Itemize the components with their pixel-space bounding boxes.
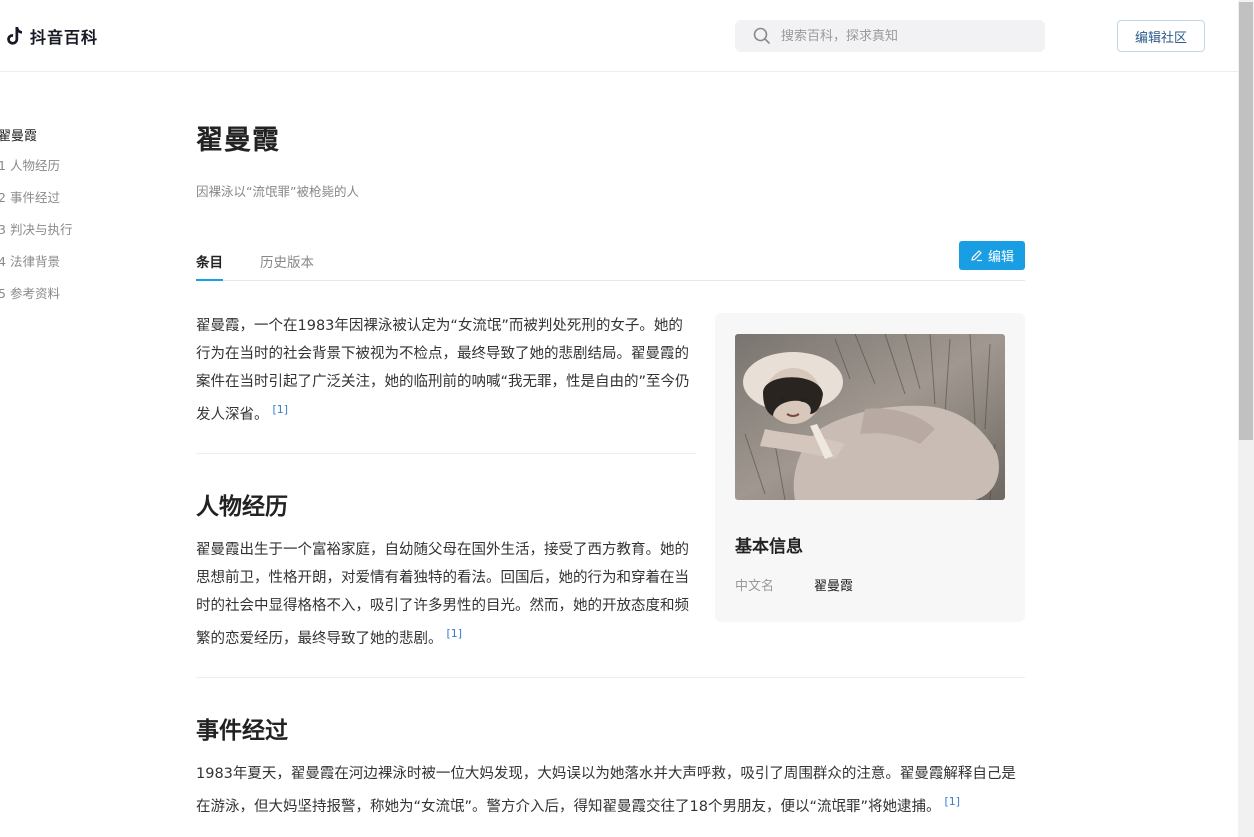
toc-item-label: 事件经过 <box>9 190 60 205</box>
toc-item-number: 2 <box>0 190 6 205</box>
tab-history[interactable]: 历史版本 <box>260 251 314 281</box>
table-of-contents: 翟曼霞 1 人物经历 2 事件经过 3 判决与执行 4 法律背景 5 参考资料 <box>0 124 120 310</box>
logo-text: 抖音百科 <box>30 28 99 47</box>
toc-item-label: 参考资料 <box>9 286 60 301</box>
site-logo[interactable]: 抖音百科 <box>4 24 98 48</box>
toc-item-legal-background[interactable]: 4 法律背景 <box>0 246 120 278</box>
section-divider <box>196 453 696 454</box>
search-box[interactable] <box>735 20 1045 52</box>
toc-item-number: 4 <box>0 254 6 269</box>
tab-entry[interactable]: 条目 <box>196 251 223 281</box>
section-heading-event: 事件经过 <box>196 717 288 744</box>
top-header: 抖音百科 编辑社区 <box>0 0 1238 72</box>
section-body-event: 1983年夏天，翟曼霞在河边裸泳时被一位大妈发现，大妈误以为她落水并大声呼救，吸… <box>196 760 1026 821</box>
intro-paragraph: 翟曼霞，一个在1983年因裸泳被认定为“女流氓”而被判处死刑的女子。她的行为在当… <box>196 312 696 429</box>
reference-link[interactable]: [1] <box>447 627 463 640</box>
toc-item-number: 5 <box>0 286 6 301</box>
section-divider <box>196 677 1025 678</box>
reference-link[interactable]: [1] <box>273 403 289 416</box>
toc-item-references[interactable]: 5 参考资料 <box>0 278 120 310</box>
toc-item-number: 1 <box>0 158 6 173</box>
article-tabs: 条目 历史版本 编辑 <box>196 241 1025 281</box>
scrollbar-thumb[interactable] <box>1239 2 1253 440</box>
section-text: 翟曼霞出生于一个富裕家庭，自幼随父母在国外生活，接受了西方教育。她的思想前卫，性… <box>196 542 689 647</box>
pencil-icon <box>971 250 982 262</box>
section-text: 1983年夏天，翟曼霞在河边裸泳时被一位大妈发现，大妈误以为她落水并大声呼救，吸… <box>196 766 1016 815</box>
infobox-label-chinese-name: 中文名 <box>735 579 775 594</box>
edit-button[interactable]: 编辑 <box>959 241 1025 270</box>
toc-item-label: 人物经历 <box>9 158 60 173</box>
search-input[interactable] <box>781 28 1021 44</box>
reference-link[interactable]: [1] <box>945 795 961 808</box>
edit-button-label: 编辑 <box>987 250 1014 265</box>
page-title: 翟曼霞 <box>196 125 280 156</box>
edit-community-button[interactable]: 编辑社区 <box>1117 20 1205 52</box>
portrait-photo[interactable] <box>735 334 1005 500</box>
page-scrollbar[interactable] <box>1238 0 1254 837</box>
toc-item-event[interactable]: 2 事件经过 <box>0 182 120 214</box>
search-icon <box>753 27 770 44</box>
infobox-value-chinese-name: 翟曼霞 <box>814 579 854 594</box>
section-body-experience: 翟曼霞出生于一个富裕家庭，自幼随父母在国外生活，接受了西方教育。她的思想前卫，性… <box>196 536 696 653</box>
toc-item-number: 3 <box>0 222 6 237</box>
toc-item-label: 法律背景 <box>9 254 60 269</box>
page-subtitle: 因裸泳以“流氓罪”被枪毙的人 <box>196 184 359 199</box>
portrait-image <box>735 334 1005 500</box>
intro-text: 翟曼霞，一个在1983年因裸泳被认定为“女流氓”而被判处死刑的女子。她的行为在当… <box>196 318 690 423</box>
toc-item-experience[interactable]: 1 人物经历 <box>0 150 120 182</box>
douyin-logo-icon <box>7 27 22 45</box>
toc-item-label: 判决与执行 <box>9 222 73 237</box>
infobox-title: 基本信息 <box>735 537 803 557</box>
section-heading-experience: 人物经历 <box>196 493 288 520</box>
toc-item-verdict[interactable]: 3 判决与执行 <box>0 214 120 246</box>
infobox-card: 基本信息 中文名 翟曼霞 <box>715 313 1025 622</box>
toc-title[interactable]: 翟曼霞 <box>0 124 120 150</box>
